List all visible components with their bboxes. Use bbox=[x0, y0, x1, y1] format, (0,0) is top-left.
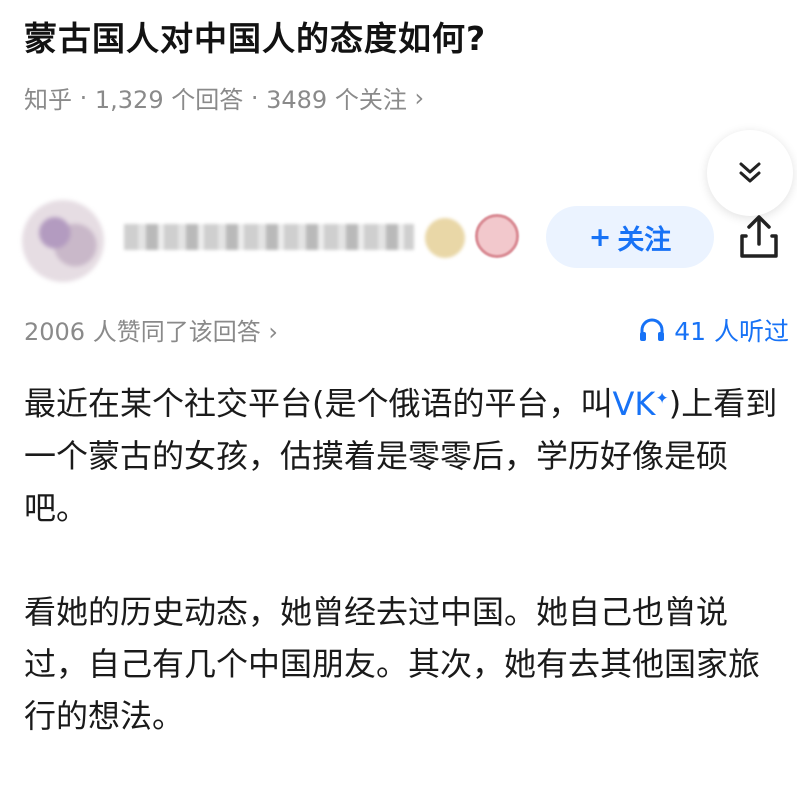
vk-link-text: VK bbox=[612, 384, 656, 423]
author-name-blurred[interactable] bbox=[124, 224, 414, 250]
headphones-icon bbox=[640, 318, 665, 341]
badge-icon bbox=[425, 218, 465, 258]
paragraph-text: 最近在某个社交平台(是个俄语的平台，叫 bbox=[24, 384, 613, 423]
listen-count[interactable]: 41 人听过 bbox=[638, 312, 789, 348]
answer-body: 最近在某个社交平台(是个俄语的平台，叫VK✦)上看到一个蒙古的女孩，估摸着是零零… bbox=[24, 372, 784, 794]
answer-count: 1,329 个回答 bbox=[94, 86, 244, 114]
avatar[interactable] bbox=[22, 200, 104, 282]
plus-icon: + bbox=[588, 221, 612, 253]
vote-count[interactable]: 2006 人赞同了该回答 › bbox=[24, 312, 278, 347]
meta-separator: · bbox=[243, 83, 267, 112]
vk-sup-icon: ✦ bbox=[655, 388, 669, 407]
paragraph: 最近在某个社交平台(是个俄语的平台，叫VK✦)上看到一个蒙古的女孩，估摸着是零零… bbox=[24, 372, 784, 534]
question-meta[interactable]: 知乎 · 1,329 个回答 · 3489 个关注 › bbox=[24, 80, 424, 115]
question-title[interactable]: 蒙古国人对中国人的态度如何? bbox=[24, 12, 486, 60]
share-icon bbox=[740, 215, 778, 258]
meta-separator: · bbox=[72, 83, 95, 112]
author-row: + 关注 bbox=[0, 190, 797, 290]
source-label: 知乎 bbox=[24, 86, 72, 114]
follow-label: 关注 bbox=[617, 224, 672, 256]
paragraph: 看她的历史动态，她曾经去过中国。她自己也曾说过，自己有几个中国朋友。其次，她有去… bbox=[24, 592, 761, 735]
follower-count: 3489 个关注 bbox=[266, 86, 407, 114]
badge-icon bbox=[475, 214, 519, 258]
listen-label: 41 人听过 bbox=[674, 317, 789, 346]
share-button[interactable] bbox=[734, 212, 784, 262]
follow-button[interactable]: + 关注 bbox=[546, 206, 714, 268]
chevron-double-down-icon bbox=[739, 162, 761, 183]
vk-link[interactable]: VK✦ bbox=[613, 385, 669, 423]
chevron-right-icon[interactable]: › bbox=[407, 84, 424, 112]
